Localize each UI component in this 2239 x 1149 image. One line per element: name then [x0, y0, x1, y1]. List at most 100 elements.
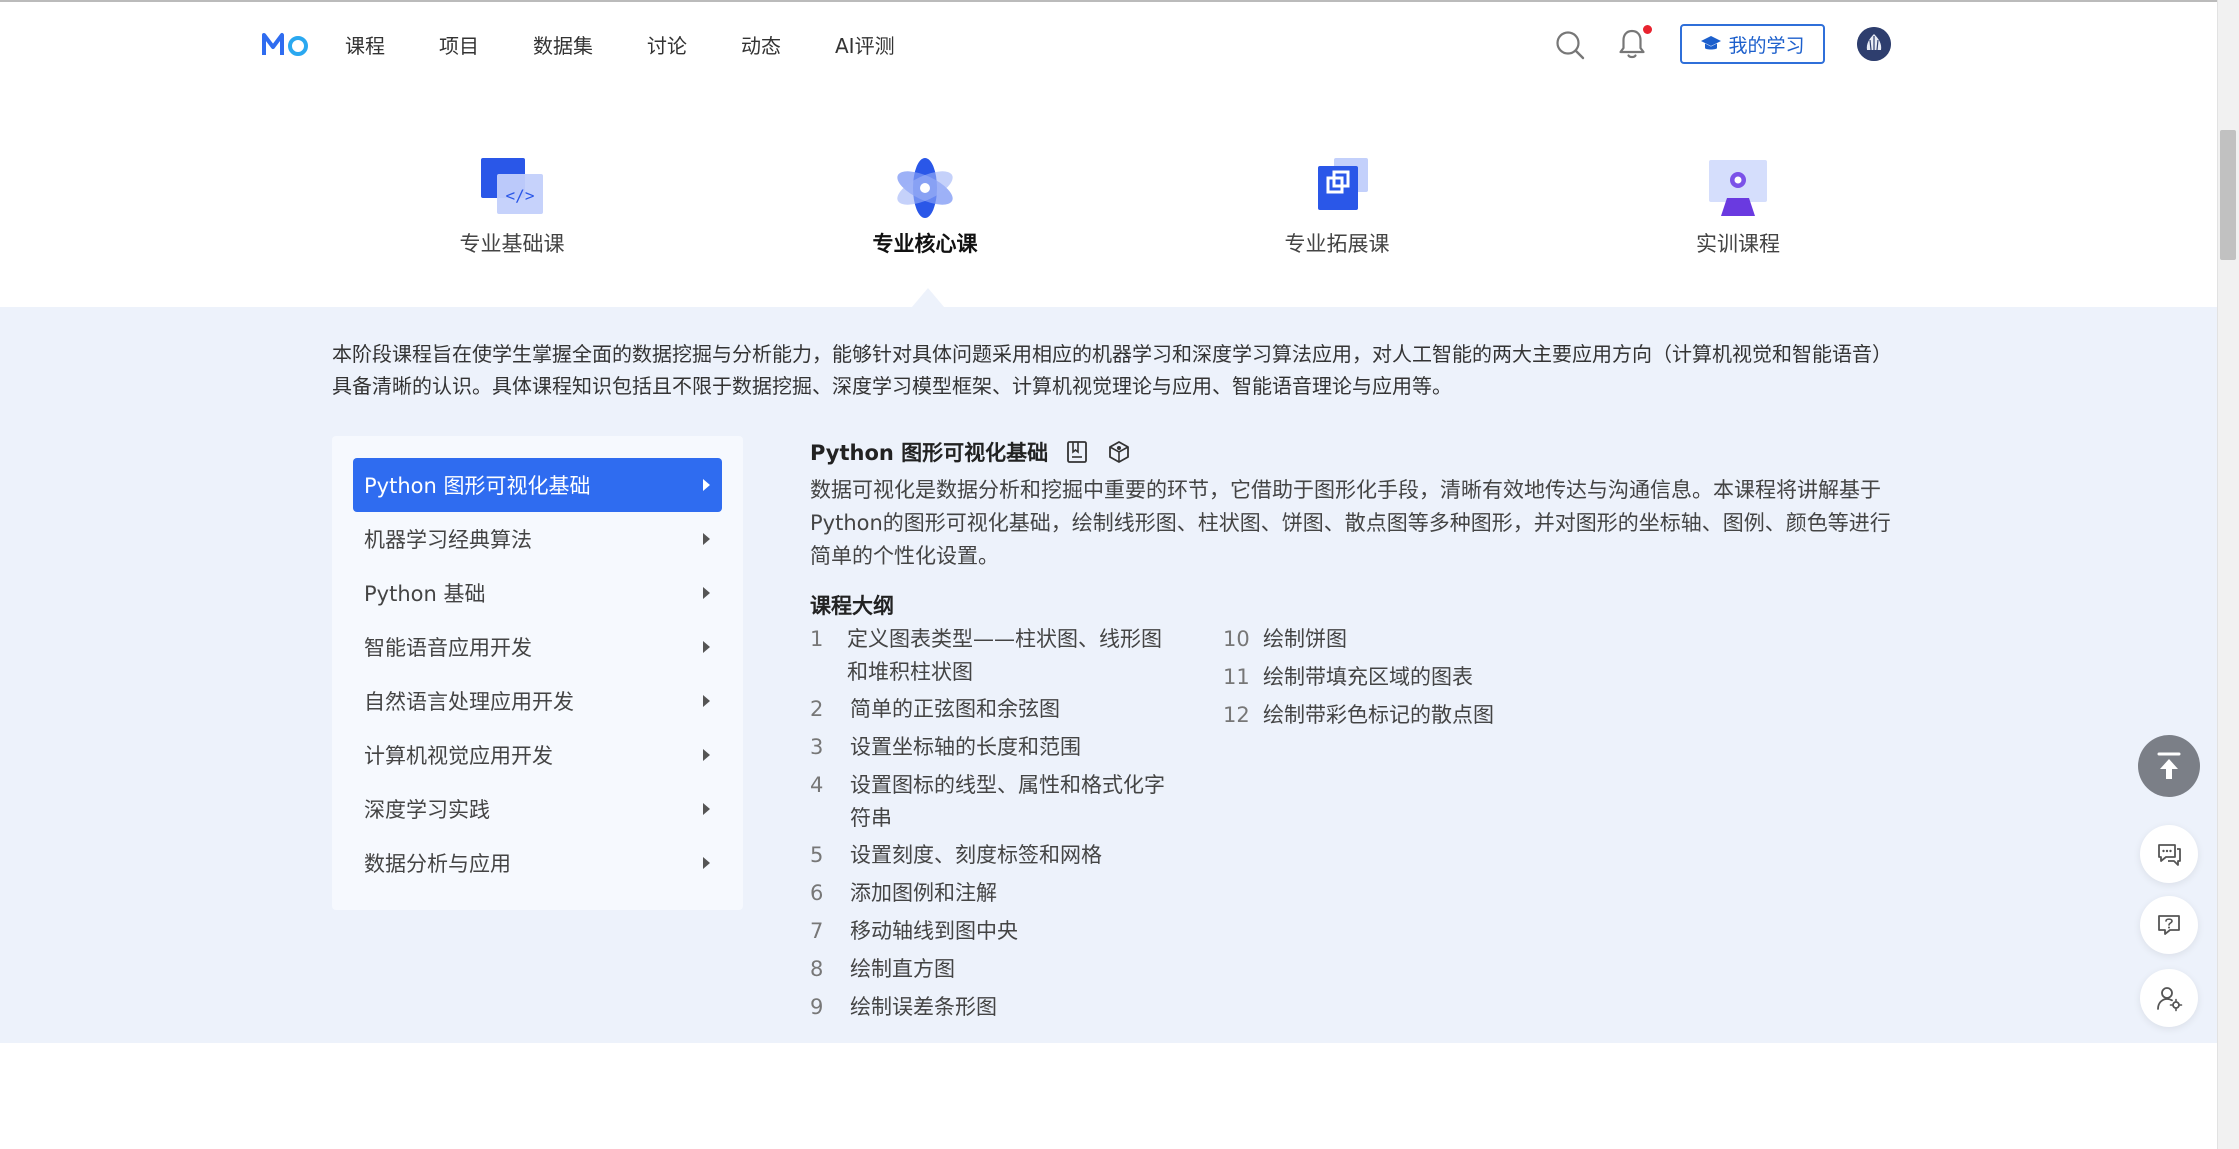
sidebar-item-label: Python 图形可视化基础 — [364, 474, 591, 498]
chat-icon — [2158, 844, 2181, 866]
graduation-cap-icon — [1701, 36, 1722, 50]
outline-item: 6 添加图例和注解 — [810, 877, 1180, 910]
sidebar-item-label: 自然语言处理应用开发 — [364, 690, 574, 714]
outline-item: 11 绘制带填充区域的图表 — [1223, 661, 1623, 694]
outline-num: 5 — [810, 843, 824, 867]
my-study-button[interactable]: 我的学习 — [1680, 24, 1825, 64]
tab-label: 实训课程 — [1696, 232, 1780, 256]
curriculum-tabs: </> 专业基础课 专业核心课 专业拓展课 实训课程 — [0, 84, 2217, 307]
outline-text: 绘制带彩色标记的散点图 — [1263, 703, 1494, 727]
active-tab-pointer — [912, 288, 944, 307]
sidebar-item-ml-algorithms[interactable]: 机器学习经典算法 — [353, 512, 722, 566]
monitor-person-icon — [1703, 156, 1773, 220]
outline-text: 设置坐标轴的长度和范围 — [850, 735, 1081, 759]
help-button[interactable] — [2140, 896, 2198, 954]
tab-extension[interactable]: 专业拓展课 — [1237, 156, 1437, 258]
outline-item: 9 绘制误差条形图 — [810, 991, 1180, 1024]
outline-num: 3 — [810, 735, 824, 759]
caret-right-icon — [703, 587, 710, 599]
site-logo[interactable] — [262, 24, 310, 64]
outline-text: 简单的正弦图和余弦图 — [850, 697, 1060, 721]
tab-practice[interactable]: 实训课程 — [1638, 156, 1838, 258]
outline-num: 6 — [810, 881, 824, 905]
sidebar-item-label: 数据分析与应用 — [364, 852, 511, 876]
chat-button[interactable] — [2140, 825, 2198, 883]
sidebar-item-python-visualization[interactable]: Python 图形可视化基础 — [353, 458, 722, 512]
back-to-top-button[interactable] — [2138, 735, 2200, 797]
sidebar-item-label: 深度学习实践 — [364, 798, 490, 822]
tab-label: 专业拓展课 — [1284, 232, 1390, 256]
outline-text: 绘制饼图 — [1263, 627, 1347, 651]
tab-label: 专业基础课 — [459, 232, 565, 256]
nav-item-courses[interactable]: 课程 — [345, 30, 385, 59]
outline-text: 设置刻度、刻度标签和网格 — [850, 843, 1102, 867]
svg-text:</>: </> — [506, 186, 535, 205]
caret-right-icon — [703, 803, 710, 815]
search-icon[interactable] — [1554, 29, 1586, 61]
outline-text: 移动轴线到图中央 — [850, 919, 1018, 943]
outline-num: 7 — [810, 919, 824, 943]
expand-square-icon — [1302, 156, 1372, 220]
stage-intro: 本阶段课程旨在使学生掌握全面的数据挖掘与分析能力，能够针对具体问题采用相应的机器… — [332, 342, 1892, 398]
nav-item-discussion[interactable]: 讨论 — [647, 30, 687, 59]
caret-right-icon — [703, 695, 710, 707]
outline-num: 9 — [810, 995, 824, 1019]
outline-item: 8 绘制直方图 — [810, 953, 1180, 986]
sidebar-item-label: 计算机视觉应用开发 — [364, 744, 553, 768]
tab-core[interactable]: 专业核心课 — [825, 156, 1025, 258]
outline-num: 1 — [810, 627, 824, 651]
course-detail: Python 图形可视化基础 数据可视化是数据分析和挖掘中重要的环节，它借助于图… — [810, 432, 1900, 1043]
user-settings-button[interactable] — [2140, 969, 2198, 1027]
sidebar-item-speech-dev[interactable]: 智能语音应用开发 — [353, 620, 722, 674]
course-title-row: Python 图形可视化基础 — [810, 432, 1900, 472]
arrow-up-icon — [2157, 752, 2181, 779]
question-bubble-icon — [2158, 915, 2180, 935]
caret-right-icon — [703, 533, 710, 545]
sidebar-item-cv-dev[interactable]: 计算机视觉应用开发 — [353, 728, 722, 782]
outline-text: 绘制直方图 — [850, 957, 955, 981]
course-sidebar: Python 图形可视化基础 机器学习经典算法 Python 基础 智能语音应用… — [332, 436, 743, 910]
outline-item: 5 设置刻度、刻度标签和网格 — [810, 839, 1180, 872]
cube-icon[interactable] — [1106, 439, 1132, 465]
outline-num: 11 — [1223, 665, 1250, 689]
nav-item-datasets[interactable]: 数据集 — [533, 30, 593, 59]
sidebar-item-python-basics[interactable]: Python 基础 — [353, 566, 722, 620]
avatar[interactable] — [1857, 27, 1891, 61]
course-description: 数据可视化是数据分析和挖掘中重要的环节，它借助于图形化手段，清晰有效地传达与沟通… — [810, 478, 1891, 568]
outline-text: 定义图表类型——柱状图、线形图和堆积柱状图 — [847, 627, 1162, 684]
outline-item: 10 绘制饼图 — [1223, 623, 1623, 656]
tab-foundation[interactable]: </> 专业基础课 — [412, 156, 612, 258]
outline-item: 3 设置坐标轴的长度和范围 — [810, 731, 1180, 764]
course-title: Python 图形可视化基础 — [810, 441, 1049, 465]
sidebar-item-deep-learning[interactable]: 深度学习实践 — [353, 782, 722, 836]
caret-right-icon — [703, 749, 710, 761]
code-window-icon: </> — [477, 156, 547, 220]
sidebar-item-label: 智能语音应用开发 — [364, 636, 532, 660]
outline-item: 1 定义图表类型——柱状图、线形图和堆积柱状图 — [810, 623, 1180, 689]
caret-right-icon — [703, 479, 710, 491]
my-study-label: 我的学习 — [1728, 34, 1805, 57]
sidebar-item-label: 机器学习经典算法 — [364, 528, 532, 552]
outline-num: 2 — [810, 697, 824, 721]
outline-item: 12 绘制带彩色标记的散点图 — [1223, 699, 1623, 732]
outline-item: 7 移动轴线到图中央 — [810, 915, 1180, 948]
user-gear-icon — [2157, 987, 2183, 1012]
sidebar-item-data-analysis[interactable]: 数据分析与应用 — [353, 836, 722, 890]
outline-text: 绘制带填充区域的图表 — [1263, 665, 1473, 689]
outline-item: 4 设置图标的线型、属性和格式化字符串 — [810, 769, 1180, 835]
sidebar-item-label: Python 基础 — [364, 582, 486, 606]
outline-num: 4 — [810, 773, 824, 797]
top-nav-bar: 课程 项目 数据集 讨论 动态 AI评测 我的学习 — [0, 0, 2217, 84]
outline-text: 绘制误差条形图 — [850, 995, 997, 1019]
outline-item: 2 简单的正弦图和余弦图 — [810, 693, 1180, 726]
atom-icon — [890, 156, 960, 220]
book-icon[interactable] — [1064, 439, 1090, 465]
nav-item-ai-eval[interactable]: AI评测 — [835, 30, 895, 59]
scrollbar-thumb[interactable] — [2220, 130, 2236, 260]
nav-item-activity[interactable]: 动态 — [741, 30, 781, 59]
outline-num: 8 — [810, 957, 824, 981]
main-nav: 课程 项目 数据集 讨论 动态 AI评测 — [345, 2, 949, 86]
sidebar-item-nlp-dev[interactable]: 自然语言处理应用开发 — [353, 674, 722, 728]
nav-item-projects[interactable]: 项目 — [439, 30, 479, 59]
outline-num: 10 — [1223, 627, 1250, 651]
